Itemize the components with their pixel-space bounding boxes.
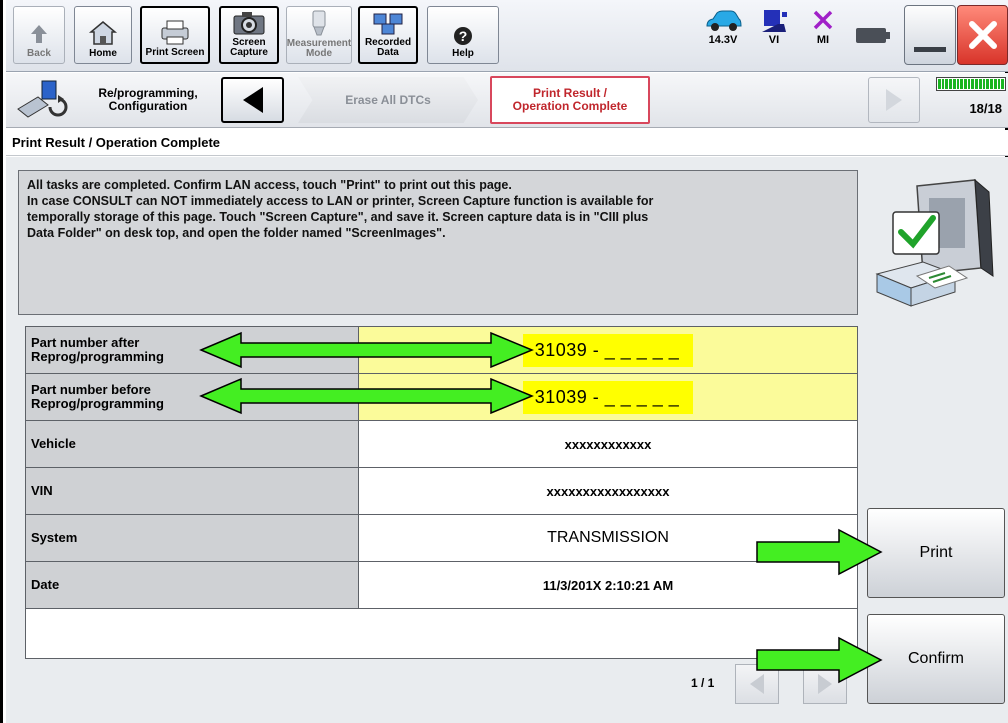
table-row: VIN xxxxxxxxxxxxxxxxx — [25, 467, 858, 515]
measurement-label-2: Mode — [305, 48, 333, 59]
previous-step-button[interactable] — [221, 77, 284, 123]
system-text: TRANSMISSION — [547, 529, 669, 546]
consult-window: Back Home Print Screen Screen Capture Me… — [0, 0, 1008, 723]
double-arrow-annotation-icon — [199, 331, 534, 369]
print-screen-label: Print Screen — [145, 47, 205, 58]
table-row: Vehicle xxxxxxxxxxxx — [25, 420, 858, 468]
double-arrow-annotation-icon — [199, 377, 534, 415]
recorded-data-icon — [373, 13, 403, 35]
table-row: System TRANSMISSION — [25, 514, 858, 562]
page-indicator: 1 / 1 — [691, 676, 715, 690]
table-row-empty — [25, 608, 858, 659]
reprogramming-icon — [17, 80, 68, 118]
vi-connector-icon — [762, 10, 787, 32]
home-label: Home — [89, 48, 117, 59]
top-toolbar: Back Home Print Screen Screen Capture Me… — [6, 0, 1008, 72]
battery-icon — [856, 28, 890, 43]
measurement-icon — [312, 10, 326, 36]
measurement-mode-button[interactable]: Measurement Mode — [286, 6, 352, 64]
right-arrow-annotation-icon — [756, 528, 883, 576]
print-button[interactable]: Print — [867, 508, 1005, 598]
progress-text: 18/18 — [969, 101, 1002, 116]
minimize-icon — [914, 47, 946, 52]
mi-label: MI — [816, 34, 830, 46]
recorded-data-button[interactable]: Recorded Data — [358, 6, 418, 64]
vin-value: xxxxxxxxxxxxxxxxx — [358, 467, 858, 515]
vehicle-value: xxxxxxxxxxxx — [358, 420, 858, 468]
voltage-value: 14.3V — [708, 34, 738, 46]
screen-capture-button[interactable]: Screen Capture — [219, 6, 279, 64]
left-triangle-icon — [242, 87, 263, 113]
empty-cell — [25, 608, 858, 659]
minimize-button[interactable] — [904, 5, 956, 65]
breadcrumb-bar: Re/programming, Configuration Erase All … — [6, 73, 1008, 128]
screen-capture-label-2: Capture — [230, 47, 268, 58]
back-arrow-icon — [31, 25, 47, 43]
vi-label: VI — [768, 34, 780, 46]
help-label: Help — [452, 48, 474, 59]
svg-text:?: ? — [459, 28, 468, 44]
car-icon — [706, 10, 742, 31]
camera-icon — [233, 12, 265, 35]
next-step-button[interactable] — [868, 77, 920, 123]
printer-icon — [161, 20, 189, 45]
instruction-message: All tasks are completed. Confirm LAN acc… — [18, 170, 858, 315]
home-button[interactable]: Home — [74, 6, 132, 64]
message-line-3: temporally storage of this page. Touch "… — [27, 210, 649, 224]
mi-status: MI — [811, 8, 835, 46]
step-print-line2: Operation Complete — [512, 99, 628, 113]
progress-bar — [936, 77, 1006, 91]
back-label: Back — [27, 48, 51, 59]
part-number-text: 31039 - _ _ _ _ _ — [522, 380, 694, 414]
help-button[interactable]: ? Help — [427, 6, 499, 64]
back-button[interactable]: Back — [13, 6, 65, 64]
system-label: System — [25, 514, 359, 562]
close-icon — [968, 21, 997, 49]
breadcrumb-title-line2: Configuration — [108, 99, 188, 113]
message-line-1: All tasks are completed. Confirm LAN acc… — [27, 178, 512, 192]
step-print-result-current: Print Result / Operation Complete — [490, 76, 650, 124]
help-icon: ? — [454, 27, 472, 45]
recorded-label-2: Data — [377, 47, 399, 58]
right-triangle-icon — [886, 89, 902, 111]
message-line-2: In case CONSULT can NOT immediately acce… — [27, 194, 654, 208]
step-progress: 18/18 — [936, 77, 1006, 116]
page-title: Print Result / Operation Complete — [6, 130, 1008, 156]
close-button[interactable] — [957, 5, 1008, 65]
result-table: Part number after Reprog/programming 310… — [25, 326, 858, 659]
home-icon — [88, 21, 118, 45]
vin-label: VIN — [25, 467, 359, 515]
right-arrow-annotation-icon — [756, 636, 883, 684]
message-line-4: Data Folder" on desk top, and open the f… — [27, 226, 446, 240]
battery-voltage-status: 14.3V — [703, 8, 743, 46]
vehicle-label: Vehicle — [25, 420, 359, 468]
step-erase-all-dtcs: Erase All DTCs — [298, 77, 478, 123]
part-number-text: 31039 - _ _ _ _ _ — [522, 333, 694, 367]
table-row: Date 11/3/201X 2:10:21 AM — [25, 561, 858, 609]
vi-status: VI — [758, 8, 790, 46]
ecm-printer-illustration-icon — [875, 178, 994, 307]
breadcrumb-title: Re/programming, Configuration — [78, 87, 218, 113]
confirm-button[interactable]: Confirm — [867, 614, 1005, 704]
print-screen-button[interactable]: Print Screen — [140, 6, 210, 64]
mi-disconnected-icon — [813, 10, 833, 30]
date-label: Date — [25, 561, 359, 609]
